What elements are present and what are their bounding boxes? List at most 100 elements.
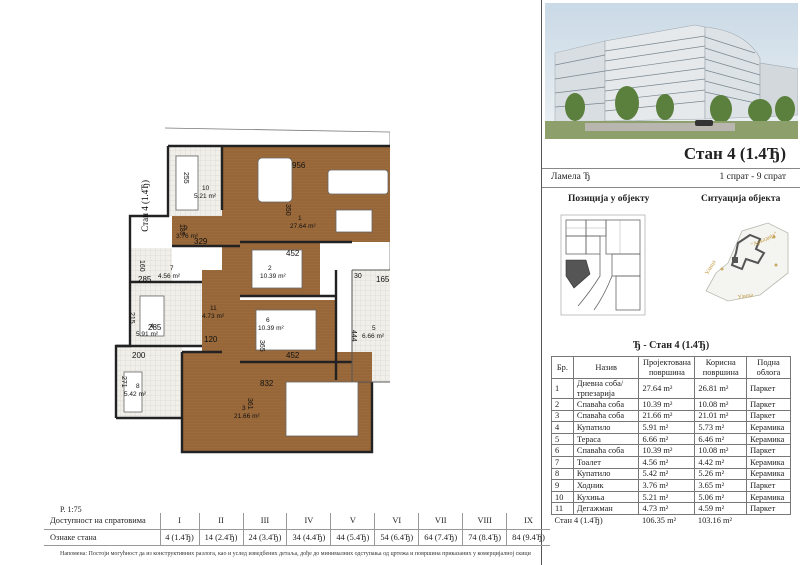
cell-name: Дегажман bbox=[572, 502, 640, 515]
room-label-4-area: 5.91 m² bbox=[136, 331, 159, 338]
room-label-7-no: 7 bbox=[170, 265, 174, 272]
floor-roman: VII bbox=[418, 513, 463, 530]
floors-row-codes: Ознаке стана 4 (1.4Ђ) 14 (2.4Ђ) 24 (3.4Ђ… bbox=[44, 529, 550, 546]
room-label-10-area: 5.21 m² bbox=[194, 193, 217, 200]
cell-floor: Паркет bbox=[746, 409, 791, 423]
room-label-5-area: 6.66 m² bbox=[362, 333, 385, 340]
dimension-label: 350 bbox=[284, 204, 291, 216]
area-table-row: 8 Купатило 5.42 m² 5.26 m² Керамика bbox=[551, 467, 791, 481]
floor-roman: V bbox=[330, 513, 375, 530]
dimension-label: 271 bbox=[120, 376, 127, 388]
dimension-label: 329 bbox=[194, 237, 208, 246]
total-designed: 106.35 m² bbox=[641, 515, 677, 525]
cell-designed: 10.39 m² bbox=[638, 398, 696, 411]
cell-designed: 5.42 m² bbox=[638, 467, 696, 481]
cell-floor: Керамика bbox=[746, 421, 791, 434]
cell-floor: Паркет bbox=[746, 479, 791, 492]
cell-floor: Паркет bbox=[746, 502, 791, 515]
floor-plan: 1 27.64 m² 2 10.39 m² 3 21.66 m² 4 5.91 … bbox=[114, 127, 390, 454]
cell-designed: 4.56 m² bbox=[638, 455, 696, 469]
col-designed: Пројектована површина bbox=[638, 356, 696, 379]
cell-floor: Керамика bbox=[746, 455, 791, 469]
area-table-row: 9 Ходник 3.76 m² 3.65 m² Паркет bbox=[551, 479, 791, 492]
cell-designed: 4.73 m² bbox=[638, 502, 696, 515]
area-table-row: 3 Спаваћа соба 21.66 m² 21.01 m² Паркет bbox=[551, 409, 791, 423]
row-label-availability: Доступност на спратовима bbox=[44, 513, 160, 530]
cell-no: 9 bbox=[551, 479, 574, 492]
room-label-11-no: 11 bbox=[210, 305, 217, 312]
cell-no: 2 bbox=[551, 398, 574, 411]
cell-usable: 10.08 m² bbox=[694, 398, 748, 411]
building-photo bbox=[545, 3, 798, 139]
cell-usable: 6.46 m² bbox=[694, 432, 748, 446]
floor-roman: II bbox=[198, 513, 243, 530]
apartment-code: 14 (2.4Ђ) bbox=[198, 529, 243, 546]
area-table-row: 1 Дневна соба/трпезарија 27.64 m² 26.81 m² П… bbox=[551, 378, 791, 399]
total-label: Стан 4 (1.4Ђ) bbox=[554, 515, 603, 525]
dimension-label: 185 bbox=[178, 224, 185, 236]
area-table-row: 7 Тоалет 4.56 m² 4.42 m² Керамика bbox=[551, 455, 791, 469]
cell-name: Дневна соба/трпезарија bbox=[572, 378, 640, 399]
dimension-label: 832 bbox=[260, 379, 274, 388]
cell-usable: 4.42 m² bbox=[694, 455, 748, 469]
cell-usable: 10.08 m² bbox=[694, 444, 748, 457]
cell-designed: 6.66 m² bbox=[638, 432, 696, 446]
dimension-label: 285 bbox=[138, 275, 152, 284]
cell-floor: Паркет bbox=[746, 378, 791, 399]
area-table-row: 11 Дегажман 4.73 m² 4.59 m² Паркет bbox=[551, 502, 791, 515]
area-table-row: 5 Тераса 6.66 m² 6.46 m² Керамика bbox=[551, 432, 791, 446]
situation-map: "Аркадија" Улица Улица bbox=[705, 222, 789, 302]
position-label: Позиција у објекту bbox=[568, 194, 650, 204]
cell-designed: 10.39 m² bbox=[638, 444, 696, 457]
cell-name: Купатило bbox=[572, 467, 640, 481]
area-table-row: 2 Спаваћа соба 10.39 m² 10.08 m² Паркет bbox=[551, 398, 791, 411]
cell-no: 5 bbox=[551, 432, 574, 446]
cell-name: Кухиња bbox=[572, 490, 640, 504]
disclaimer-note: Напомена: Постоји могућност да из констр… bbox=[60, 551, 531, 557]
cell-floor: Керамика bbox=[746, 432, 791, 446]
cell-usable: 5.06 m² bbox=[694, 490, 748, 504]
apartment-code: 4 (1.4Ђ) bbox=[159, 529, 200, 546]
cell-usable: 3.65 m² bbox=[694, 479, 748, 492]
dimension-label: 165 bbox=[376, 275, 390, 284]
divider bbox=[542, 187, 800, 188]
apartment-code: 54 (6.4Ђ) bbox=[374, 529, 419, 546]
area-table: Бр. Назив Пројектована површина Корисна … bbox=[551, 356, 791, 526]
cell-no: 4 bbox=[551, 421, 574, 434]
cell-no: 6 bbox=[551, 444, 574, 457]
cell-floor: Паркет bbox=[746, 398, 791, 411]
cell-name: Тераса bbox=[572, 432, 640, 446]
room-label-11-area: 4.73 m² bbox=[202, 313, 225, 320]
divider bbox=[542, 168, 800, 169]
room-label-1-no: 1 bbox=[298, 215, 302, 222]
room-label-10-no: 10 bbox=[202, 185, 210, 192]
room-label-8-no: 8 bbox=[136, 383, 140, 390]
cell-usable: 4.59 m² bbox=[694, 502, 748, 515]
cell-usable: 5.73 m² bbox=[694, 421, 748, 434]
apartment-code: 44 (5.4Ђ) bbox=[330, 529, 375, 546]
cell-designed: 5.91 m² bbox=[638, 421, 696, 434]
room-label-2-area: 10.39 m² bbox=[260, 273, 286, 280]
cell-usable: 5.26 m² bbox=[694, 467, 748, 481]
col-name: Назив bbox=[572, 356, 640, 379]
dimension-label: 956 bbox=[292, 161, 306, 170]
area-table-total-row: Стан 4 (1.4Ђ) 106.35 m² 103.16 m² bbox=[552, 514, 791, 526]
area-table-row: 10 Кухиња 5.21 m² 5.06 m² Керамика bbox=[551, 490, 791, 504]
dimension-label: 365 bbox=[258, 340, 265, 352]
dimension-label: 444 bbox=[350, 330, 357, 342]
plan-apartment-label: Стан 4 (1.4Ђ) bbox=[140, 180, 150, 232]
room-label-3-area: 21.66 m² bbox=[234, 413, 260, 420]
situation-label: Ситуација објекта bbox=[701, 194, 781, 204]
apartment-code: 74 (8.4Ђ) bbox=[462, 529, 507, 546]
room-label-8-area: 5.42 m² bbox=[124, 391, 147, 398]
dimension-label: 120 bbox=[204, 335, 218, 344]
cell-name: Тоалет bbox=[572, 455, 640, 469]
floors-row-availability: Доступност на спратовима I II III IV V V… bbox=[44, 513, 550, 530]
cell-floor: Паркет bbox=[746, 444, 791, 457]
dimension-label: 160 bbox=[138, 260, 145, 272]
cell-floor: Керамика bbox=[746, 490, 791, 504]
dimension-label: 452 bbox=[286, 351, 300, 360]
floors-range: 1 спрат - 9 спрат bbox=[719, 172, 786, 182]
cell-designed: 3.76 m² bbox=[638, 479, 696, 492]
cell-usable: 21.01 m² bbox=[694, 409, 748, 423]
